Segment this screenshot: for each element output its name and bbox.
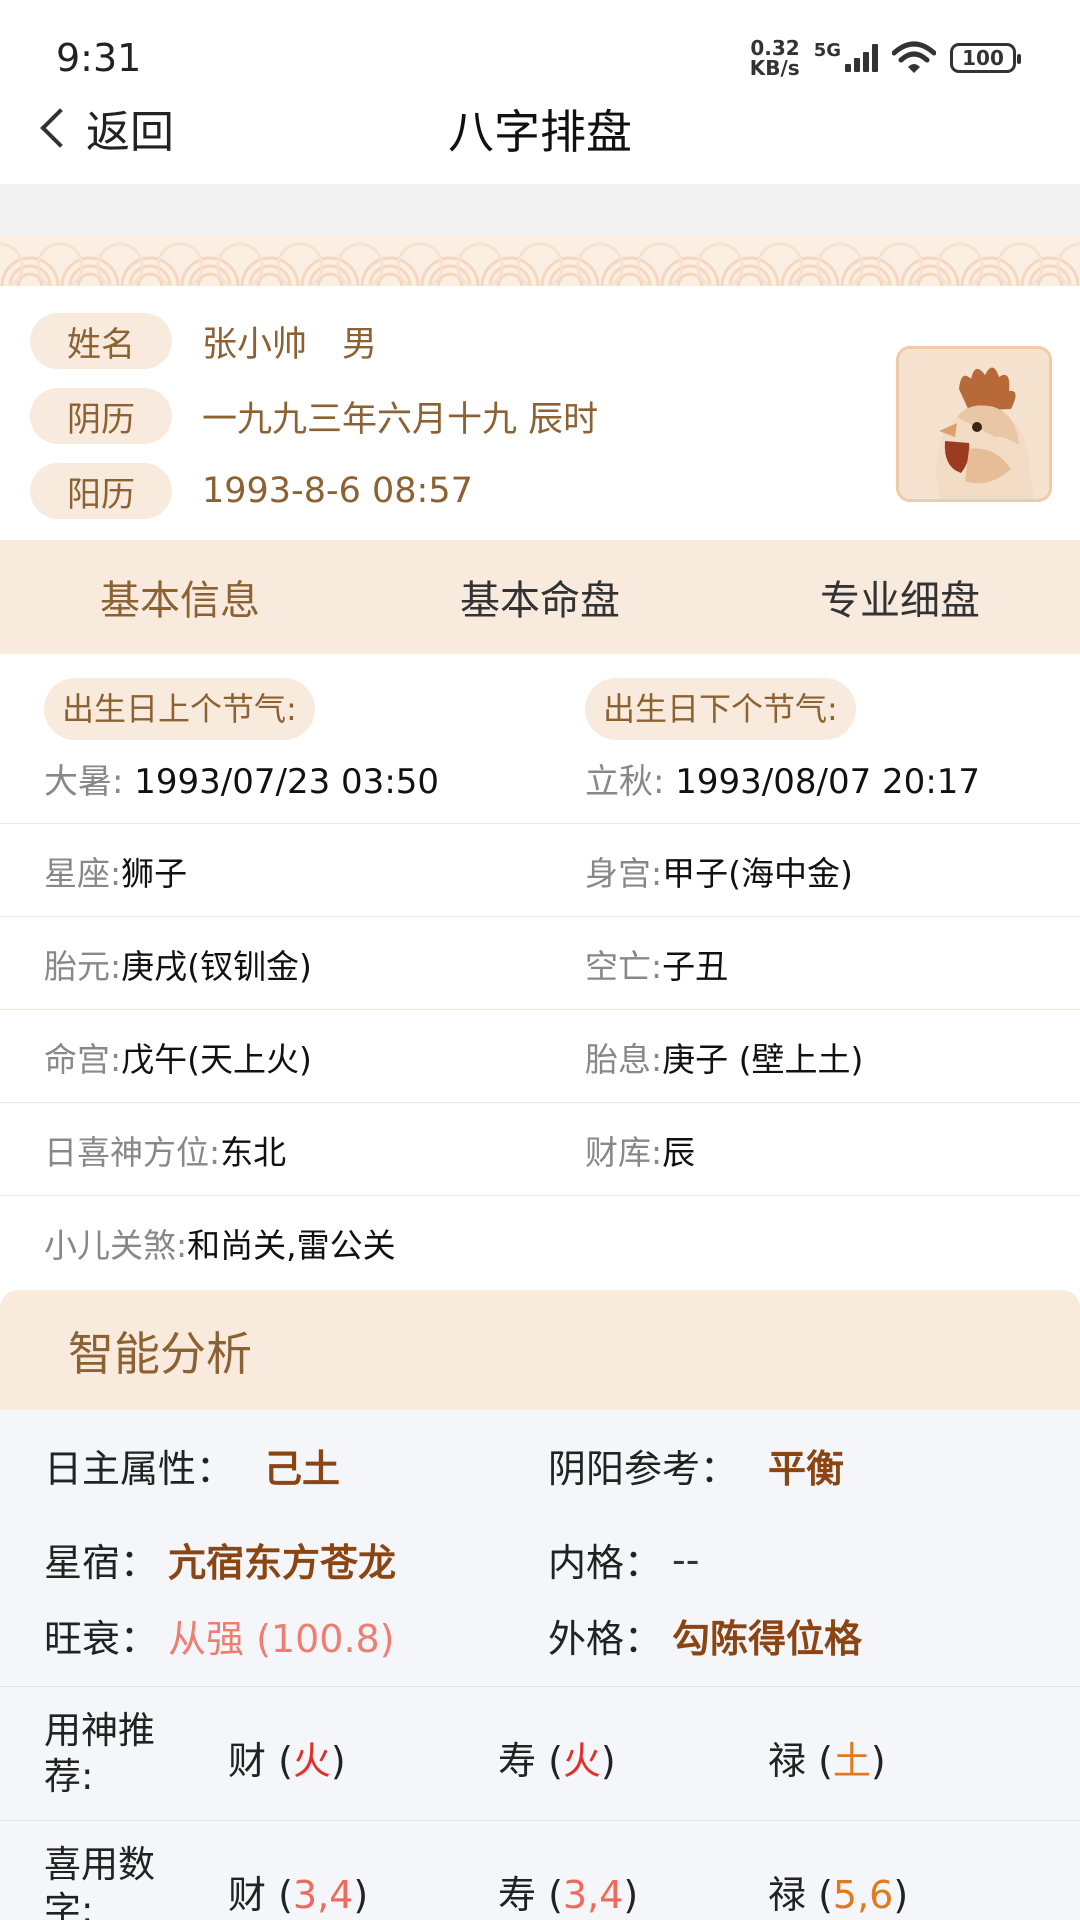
network-type: 5G <box>813 39 841 61</box>
info-label: 胎息: <box>585 1039 663 1079</box>
analysis-label: 外格： <box>548 1617 663 1661</box>
info-label: 身宫: <box>585 853 663 893</box>
status-icons: 0.32 KB/s 5G 100 <box>749 36 1021 80</box>
strength: 旺衰： 从强 (100.8) <box>44 1608 395 1663</box>
signal-icon <box>845 44 878 72</box>
profile-row-name: 姓名 张小帅 男 <box>30 313 377 369</box>
profile-card: 姓名 张小帅 男 阴历 一九九三年六月十九 辰时 阳历 1993-8-6 08:… <box>0 286 1080 540</box>
tab-basic-chart[interactable]: 基本命盘 <box>360 540 720 654</box>
info-row: 胎元: 庚戌(钗钏金) 空亡: 子丑 <box>0 917 1080 1010</box>
prev-solar-term-value: 1993/07/23 03:50 <box>123 762 440 802</box>
profile-value: 一九九三年六月十九 辰时 <box>202 399 599 440</box>
status-time: 9:31 <box>56 36 142 80</box>
info-label: 命宫: <box>44 1039 122 1079</box>
nav-bar: 返回 八字排盘 <box>0 90 1080 186</box>
info-label: 空亡: <box>585 946 663 986</box>
profile-tag: 阳历 <box>30 463 172 519</box>
profile-value: 张小帅 男 <box>202 324 378 365</box>
divider <box>0 1686 1080 1687</box>
analysis-header: 智能分析 <box>0 1290 1080 1410</box>
wifi-icon <box>892 41 936 73</box>
info-label: 财库: <box>585 1132 663 1172</box>
lucky-numbers-label: 喜用数字: <box>44 1843 155 1920</box>
page-title: 八字排盘 <box>448 105 632 159</box>
info-value: 东北 <box>220 1132 287 1172</box>
basic-info-panel: 出生日上个节气: 大暑: 1993/07/23 03:50 出生日下个节气: 立… <box>0 654 1080 1289</box>
lucky-number-item: 寿 (3,4) <box>498 1873 639 1917</box>
info-label: 胎元: <box>44 946 122 986</box>
zodiac-avatar <box>896 346 1052 502</box>
yongshen-label: 用神推荐: <box>44 1709 155 1798</box>
info-value: 辰 <box>662 1132 696 1172</box>
next-solar-term-tag: 出生日下个节气: <box>585 678 856 740</box>
info-value: 狮子 <box>121 853 188 893</box>
info-row: 小儿关煞: 和尚关,雷公关 <box>0 1196 1080 1289</box>
info-label: 小儿关煞: <box>44 1225 188 1265</box>
day-master-attr: 日主属性： 己土 <box>44 1438 340 1493</box>
analysis-body: 日主属性： 己土 阴阳参考： 平衡 星宿： 亢宿东方苍龙 内格： -- 旺衰： … <box>0 1410 1080 1920</box>
next-solar-term: 出生日下个节气: 立秋: 1993/08/07 20:17 <box>585 678 980 803</box>
outer-pattern: 外格： 勾陈得位格 <box>548 1608 862 1663</box>
tab-bar: 基本信息 基本命盘 专业细盘 <box>0 540 1080 654</box>
network-speed: 0.32 KB/s <box>749 36 800 80</box>
profile-value: 1993-8-6 08:57 <box>202 471 473 511</box>
divider <box>0 1820 1080 1821</box>
yongshen-item: 禄 (土) <box>768 1739 886 1783</box>
analysis-value: 己土 <box>264 1447 341 1491</box>
info-value: 甲子(海中金) <box>662 853 853 893</box>
profile-row-solar: 阳历 1993-8-6 08:57 <box>30 463 473 519</box>
yongshen-item: 财 (火) <box>228 1739 346 1783</box>
rooster-icon <box>936 367 1034 499</box>
wave-pattern <box>0 236 1080 286</box>
yongshen-item: 寿 (火) <box>498 1739 616 1783</box>
analysis-value: -- <box>672 1537 700 1582</box>
inner-pattern: 内格： -- <box>548 1532 699 1587</box>
analysis-title: 智能分析 <box>68 1327 252 1381</box>
prev-solar-term: 出生日上个节气: 大暑: 1993/07/23 03:50 <box>44 678 439 803</box>
profile-tag: 姓名 <box>30 313 172 369</box>
tab-basic-info[interactable]: 基本信息 <box>0 540 360 654</box>
info-value: 戊午(天上火) <box>121 1039 312 1079</box>
info-row: 星座: 狮子 身宫: 甲子(海中金) <box>0 824 1080 917</box>
profile-tag: 阴历 <box>30 388 172 444</box>
info-value: 庚子 (壁上土) <box>662 1039 864 1079</box>
analysis-label: 内格： <box>548 1541 663 1585</box>
analysis-label: 旺衰： <box>44 1617 159 1661</box>
analysis-label: 阴阳参考： <box>548 1447 739 1491</box>
info-value: 子丑 <box>662 946 729 986</box>
info-row: 命宫: 戊午(天上火) 胎息: 庚子 (壁上土) <box>0 1010 1080 1103</box>
info-row: 日喜神方位: 东北 财库: 辰 <box>0 1103 1080 1196</box>
info-value: 和尚关,雷公关 <box>187 1225 396 1265</box>
next-solar-term-label: 立秋: <box>585 762 665 802</box>
tab-professional-chart[interactable]: 专业细盘 <box>720 540 1080 654</box>
analysis-label: 日主属性： <box>44 1447 235 1491</box>
analysis-value: 亢宿东方苍龙 <box>168 1541 397 1585</box>
lunar-mansion: 星宿： 亢宿东方苍龙 <box>44 1532 396 1587</box>
decorative-header <box>0 184 1080 286</box>
analysis-value: 平衡 <box>768 1447 845 1491</box>
info-label: 星座: <box>44 853 122 893</box>
yin-yang-ref: 阴阳参考： 平衡 <box>548 1438 844 1493</box>
analysis-label: 星宿： <box>44 1541 159 1585</box>
prev-solar-term-tag: 出生日上个节气: <box>44 678 315 740</box>
info-value: 庚戌(钗钏金) <box>121 946 312 986</box>
info-label: 日喜神方位: <box>44 1132 221 1172</box>
battery-icon: 100 <box>950 43 1021 73</box>
analysis-value: 勾陈得位格 <box>672 1617 863 1661</box>
solar-term-row: 出生日上个节气: 大暑: 1993/07/23 03:50 出生日下个节气: 立… <box>0 654 1080 824</box>
lucky-number-item: 财 (3,4) <box>228 1873 369 1917</box>
next-solar-term-value: 1993/08/07 20:17 <box>664 762 981 802</box>
prev-solar-term-label: 大暑: <box>44 762 124 802</box>
status-bar: 9:31 0.32 KB/s 5G 100 <box>0 0 1080 100</box>
profile-row-lunar: 阴历 一九九三年六月十九 辰时 <box>30 388 598 444</box>
analysis-value: 从强 (100.8) <box>168 1617 395 1661</box>
lucky-number-item: 禄 (5,6) <box>768 1873 909 1917</box>
